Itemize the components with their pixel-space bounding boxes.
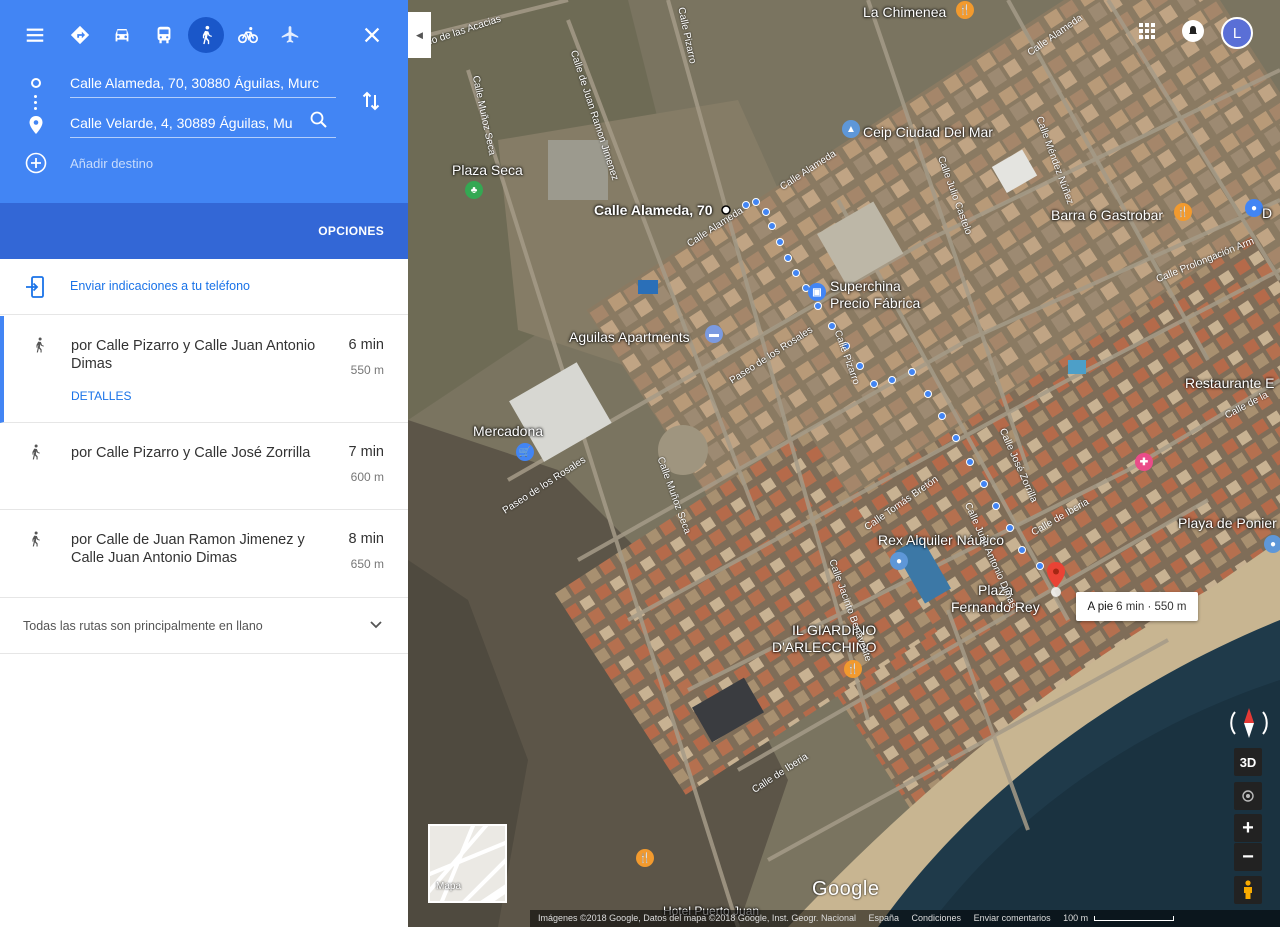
walking-icon [36, 337, 44, 353]
origin-input[interactable]: Calle Alameda, 70, 30880 Águilas, Murc [70, 70, 336, 98]
terrain-note-row[interactable]: Todas las rutas son principalmente en ll… [0, 598, 408, 654]
walking-icon[interactable] [188, 17, 224, 53]
feedback-link[interactable]: Enviar comentarios [974, 913, 1051, 923]
medical-poi-icon[interactable]: ✚ [1135, 453, 1153, 471]
route-time: 7 min [348, 444, 384, 460]
route-time: 8 min [348, 531, 384, 547]
car-icon[interactable] [104, 17, 140, 53]
pegman-icon [1244, 880, 1252, 899]
route-option[interactable]: por Calle Pizarro y Calle José Zorrilla … [0, 423, 408, 510]
route-details-link[interactable]: DETALLES [71, 389, 131, 403]
tooltip-mode: A pie [1087, 600, 1114, 613]
satellite-map[interactable]: A pie 6 min · 550 m 🍴 ▲ ♣ 🍴 ● ▣ ▬ 🛒 ✚ ● 🍴… [408, 0, 1280, 927]
options-button[interactable]: OPCIONES [318, 224, 384, 238]
place-poi-icon[interactable]: ● [1245, 199, 1263, 217]
send-to-phone-icon [25, 276, 45, 303]
avatar[interactable]: L [1221, 17, 1253, 49]
route-option[interactable]: por Calle Pizarro y Calle Juan Antonio D… [0, 316, 408, 423]
scale-label: 100 m [1063, 913, 1089, 923]
transit-icon[interactable] [146, 17, 182, 53]
restaurant-poi-icon[interactable]: 🍴 [1174, 203, 1192, 221]
imagery-attribution: Imágenes ©2018 Google, Datos del mapa ©2… [538, 913, 856, 923]
poi-label[interactable]: Playa de Ponier [1178, 515, 1277, 531]
route-distance: 650 m [350, 557, 384, 571]
3d-button[interactable]: 3D [1234, 748, 1262, 776]
route-time: 6 min [348, 337, 384, 353]
poi-label[interactable]: D [1262, 205, 1272, 221]
poi-label[interactable]: Fernando Rey [951, 599, 1040, 615]
poi-label[interactable]: Restaurante E [1185, 375, 1275, 391]
swap-icon[interactable] [360, 90, 382, 117]
route-tooltip[interactable]: A pie 6 min · 550 m [1076, 592, 1198, 621]
origin-label[interactable]: Calle Alameda, 70 [594, 202, 713, 218]
map-footer: Imágenes ©2018 Google, Datos del mapa ©2… [530, 910, 1280, 927]
close-icon[interactable] [354, 17, 390, 53]
shopping-poi-icon[interactable]: ▣ [808, 283, 826, 301]
restaurant-poi-icon[interactable]: 🍴 [844, 660, 862, 678]
poi-label[interactable]: La Chimenea [863, 4, 946, 20]
place-poi-icon[interactable]: ● [1264, 535, 1280, 553]
route-description: por Calle de Juan Ramon Jimenez y Calle … [71, 532, 305, 566]
collapse-panel-button[interactable]: ◀ [408, 12, 431, 58]
map-type-toggle[interactable]: Mapa [428, 824, 507, 903]
poi-label[interactable]: Superchina [830, 278, 901, 294]
poi-label[interactable]: Ceip Ciudad Del Mar [863, 124, 993, 140]
best-route-icon[interactable] [62, 17, 98, 53]
notifications-icon[interactable] [1182, 20, 1204, 42]
school-poi-icon[interactable]: ▲ [842, 120, 860, 138]
directions-header: Calle Alameda, 70, 30880 Águilas, Murc C… [0, 0, 408, 203]
route-description: por Calle Pizarro y Calle Juan Antonio D… [71, 338, 316, 372]
destination-input[interactable]: Calle Velarde, 4, 30889 Águilas, Mu [70, 110, 336, 138]
place-poi-icon[interactable]: ● [890, 552, 908, 570]
restaurant-poi-icon[interactable]: 🍴 [956, 1, 974, 19]
search-icon[interactable] [309, 110, 329, 135]
cycling-icon[interactable] [230, 17, 266, 53]
flight-icon[interactable] [272, 17, 308, 53]
pegman-button[interactable] [1234, 876, 1262, 904]
scale-bar [1093, 916, 1174, 922]
map-type-label: Mapa [436, 881, 462, 892]
walking-icon [32, 444, 40, 460]
my-location-icon [1242, 790, 1254, 802]
travel-mode-bar [0, 17, 408, 53]
restaurant-poi-icon[interactable]: 🍴 [636, 849, 654, 867]
zoom-in-button[interactable]: + [1234, 814, 1262, 842]
chevron-down-icon[interactable] [368, 616, 384, 632]
directions-panel: Calle Alameda, 70, 30880 Águilas, Murc C… [0, 0, 408, 927]
route-description: por Calle Pizarro y Calle José Zorrilla [71, 445, 311, 461]
poi-label[interactable]: Precio Fábrica [830, 295, 920, 311]
google-logo: Google [812, 878, 880, 900]
origin-dot-icon [31, 78, 41, 88]
options-bar: OPCIONES [0, 203, 408, 259]
hotel-poi-icon[interactable]: ▬ [705, 325, 723, 343]
my-location-button[interactable] [1234, 782, 1262, 810]
compass-icon[interactable] [1226, 700, 1272, 746]
route-option[interactable]: por Calle de Juan Ramon Jimenez y Calle … [0, 510, 408, 598]
terms-link[interactable]: Condiciones [912, 913, 962, 923]
apps-grid-icon[interactable] [1138, 22, 1156, 45]
poi-label[interactable]: Barra 6 Gastrobar [1051, 207, 1163, 223]
shopping-poi-icon[interactable]: 🛒 [516, 443, 534, 461]
tooltip-info: 6 min · 550 m [1116, 600, 1187, 613]
poi-label[interactable]: Mercadona [473, 423, 543, 439]
send-to-phone-link[interactable]: Enviar indicaciones a tu teléfono [70, 279, 250, 293]
add-destination-link[interactable]: Añadir destino [70, 156, 153, 171]
zoom-out-button[interactable]: − [1234, 843, 1262, 871]
country-link[interactable]: España [868, 913, 899, 923]
walking-icon [32, 531, 40, 547]
park-poi-icon[interactable]: ♣ [465, 181, 483, 199]
route-distance: 550 m [350, 363, 384, 377]
waypoint-connector [34, 95, 37, 113]
destination-pin-icon [29, 116, 43, 139]
terrain-note: Todas las rutas son principalmente en ll… [23, 619, 263, 633]
poi-label[interactable]: Aguilas Apartments [569, 329, 690, 345]
send-to-phone-row[interactable]: Enviar indicaciones a tu teléfono [0, 259, 408, 315]
poi-label[interactable]: Plaza Seca [452, 162, 523, 178]
menu-icon[interactable] [17, 17, 53, 53]
route-distance: 600 m [350, 470, 384, 484]
add-destination-icon[interactable] [25, 152, 47, 179]
destination-pin-icon[interactable] [1046, 562, 1066, 603]
